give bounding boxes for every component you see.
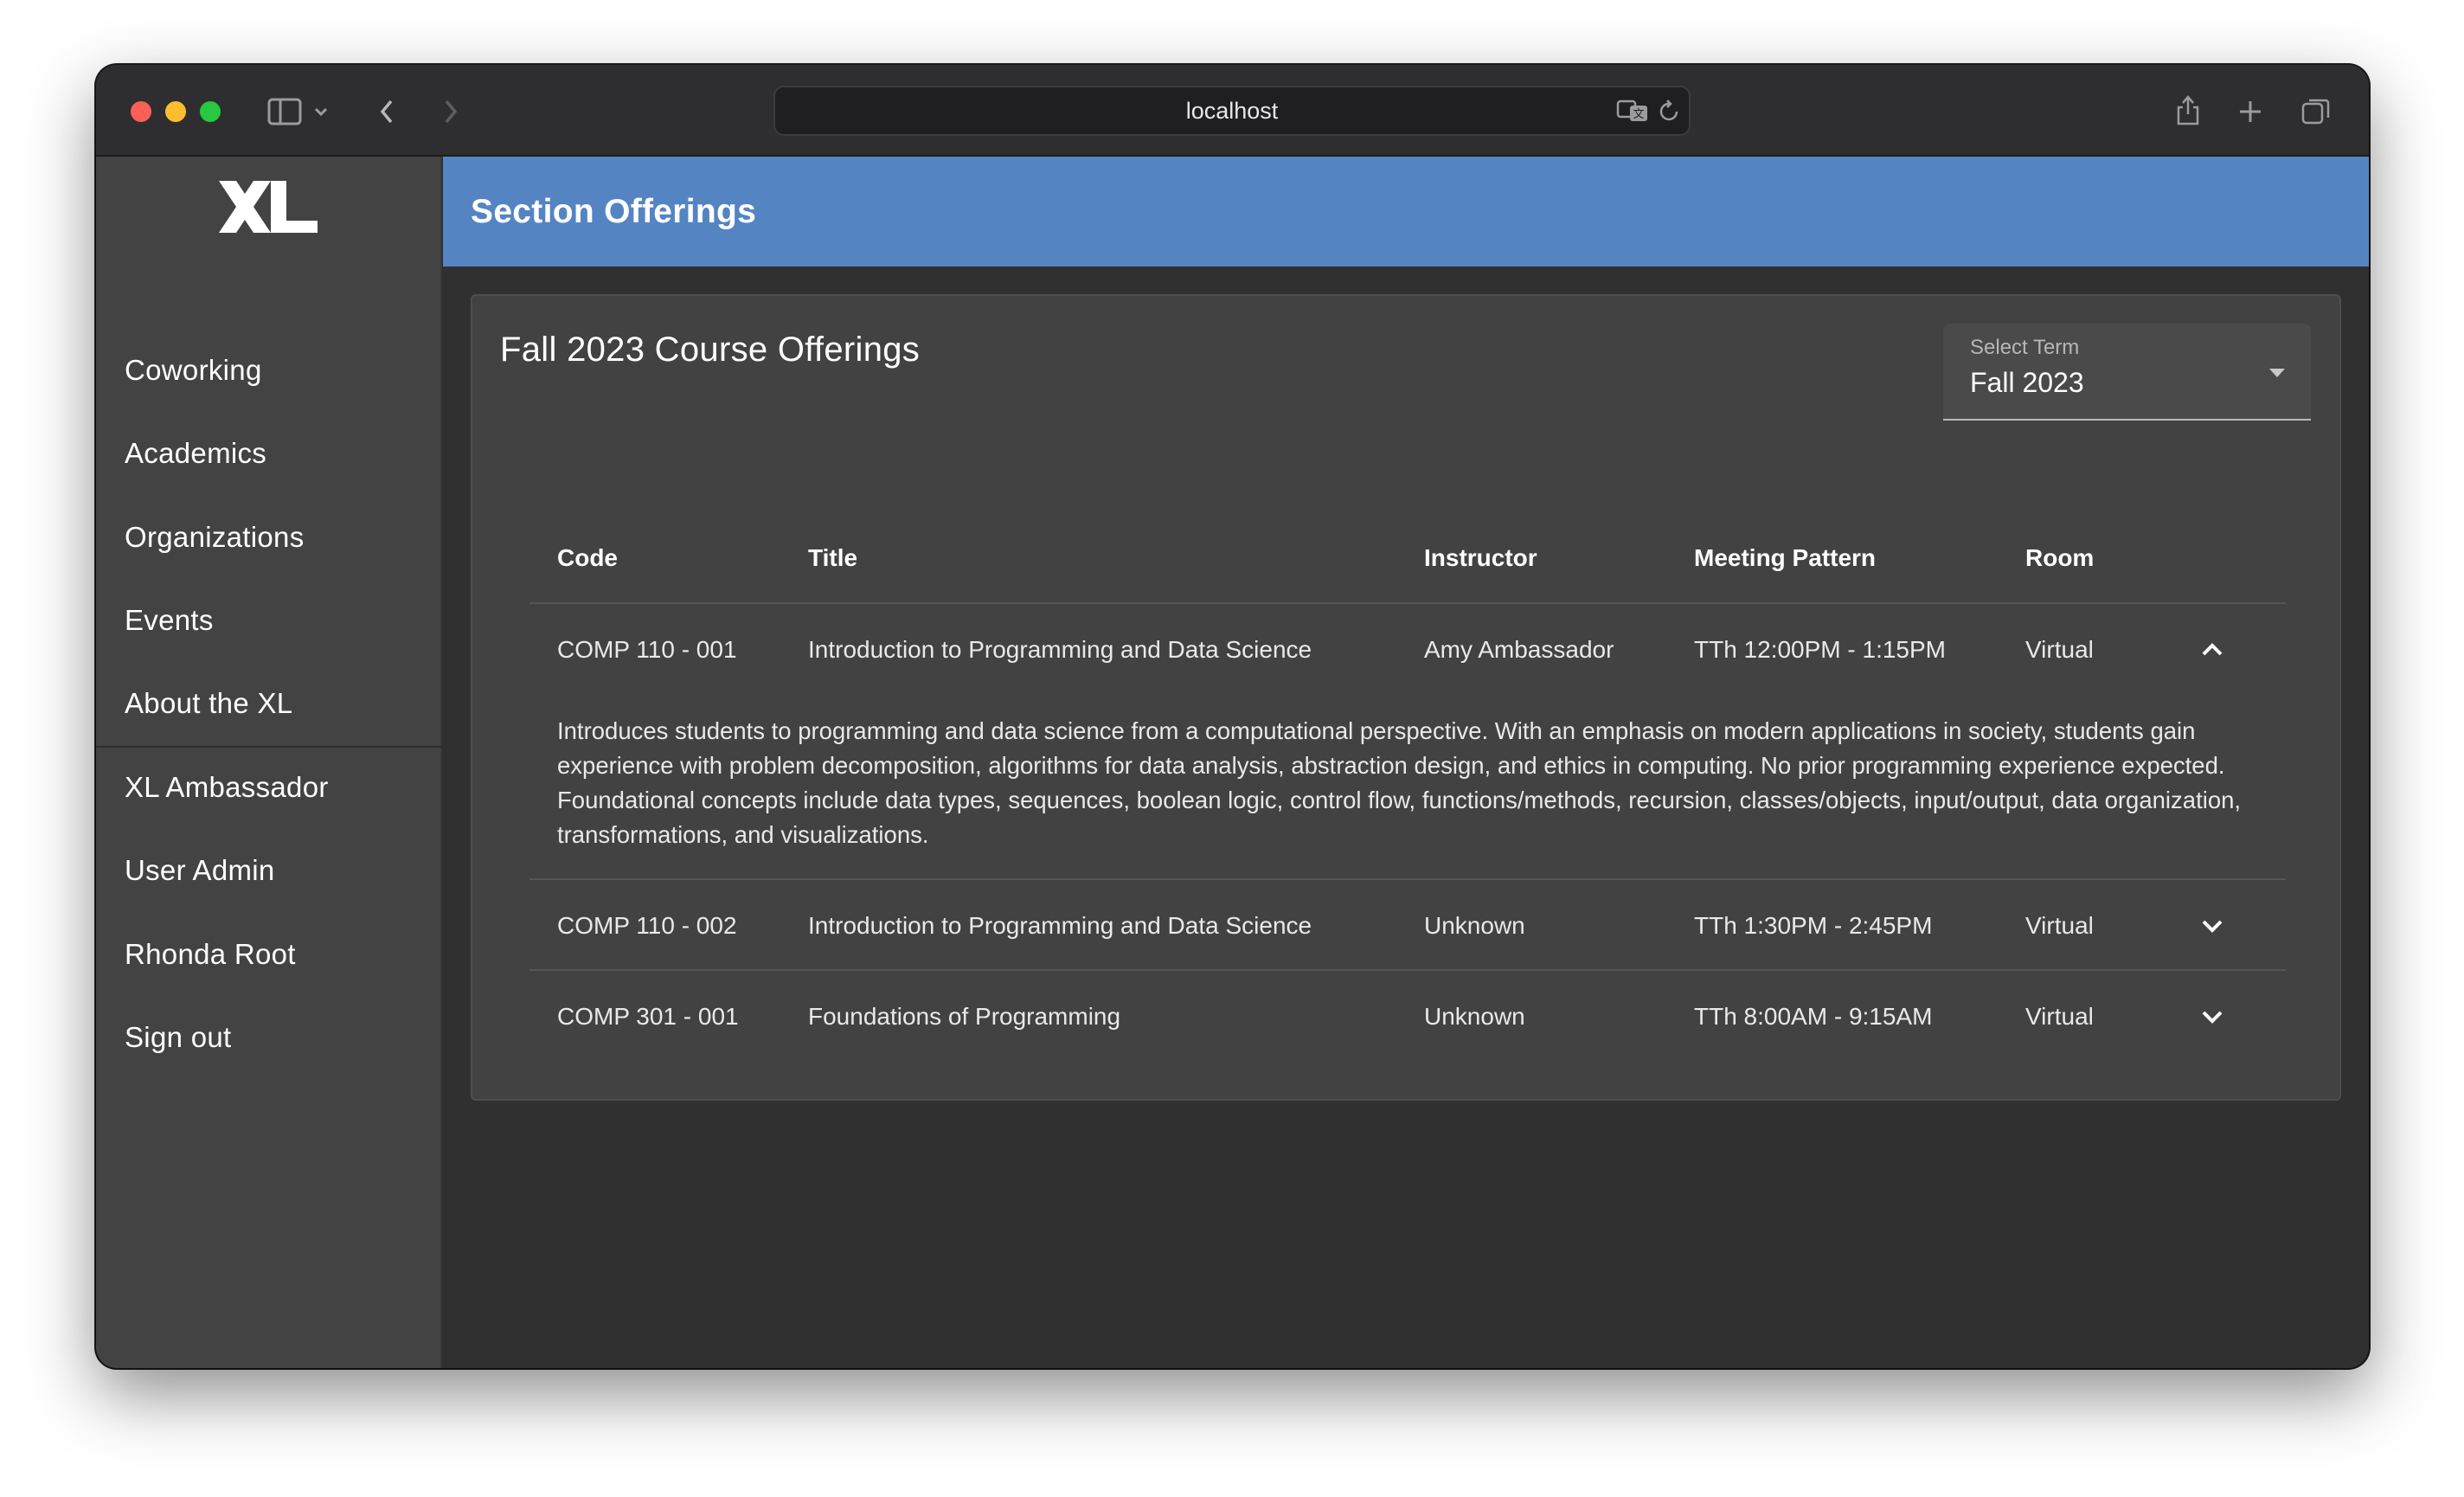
sidebar-item-events[interactable]: Events <box>96 581 442 659</box>
sidebar-item-about-the-xl[interactable]: About the XL <box>96 665 442 742</box>
cell-title: Introduction to Programming and Data Sci… <box>808 912 1312 939</box>
term-select-label: Select Term <box>1970 336 2080 359</box>
xl-logo[interactable] <box>217 179 321 240</box>
table-header: Code Title Instructor Meeting Pattern Ro… <box>529 512 2286 604</box>
term-select-value: Fall 2023 <box>1970 367 2084 398</box>
sidebar-item-xl-ambassador[interactable]: XL Ambassador <box>96 748 442 826</box>
cell-code: COMP 110 - 002 <box>557 912 737 939</box>
cell-instructor: Unknown <box>1424 1003 1525 1030</box>
card-title: Fall 2023 Course Offerings <box>500 331 921 369</box>
sidebar-item-academics[interactable]: Academics <box>96 414 442 492</box>
browser-toolbar: localhost 文 <box>96 65 2369 157</box>
cell-meeting-pattern: TTh 8:00AM - 9:15AM <box>1694 1003 1933 1030</box>
sidebar-divider <box>96 746 442 748</box>
cell-room: Virtual <box>2025 636 2094 663</box>
browser-window: localhost 文 Coworking Academics Organiza… <box>96 65 2369 1368</box>
chevron-down-icon[interactable] <box>2195 909 2230 943</box>
offerings-table: Code Title Instructor Meeting Pattern Ro… <box>529 512 2286 1062</box>
chevron-down-icon[interactable] <box>311 100 331 124</box>
page-title: Section Offerings <box>471 193 757 230</box>
cell-code: COMP 110 - 001 <box>557 636 737 663</box>
reload-icon[interactable] <box>1656 98 1684 124</box>
url-text: localhost <box>1185 98 1279 124</box>
svg-text:文: 文 <box>1633 108 1644 121</box>
course-description-row: Introduces students to programming and d… <box>529 695 2286 880</box>
column-header-meeting-pattern[interactable]: Meeting Pattern <box>1694 512 1876 604</box>
zoom-window-button[interactable] <box>200 101 221 122</box>
cell-room: Virtual <box>2025 912 2094 939</box>
chevron-up-icon[interactable] <box>2195 633 2230 667</box>
app-header: Section Offerings <box>443 157 2369 267</box>
cell-code: COMP 301 - 001 <box>557 1003 739 1030</box>
cell-meeting-pattern: TTh 1:30PM - 2:45PM <box>1694 912 1933 939</box>
table-row[interactable]: COMP 301 - 001 Foundations of Programmin… <box>529 971 2286 1062</box>
caret-down-icon <box>2269 369 2285 377</box>
column-header-instructor[interactable]: Instructor <box>1424 512 1537 604</box>
chevron-right-icon[interactable] <box>435 94 466 129</box>
cell-instructor: Amy Ambassador <box>1424 636 1614 663</box>
table-row[interactable]: COMP 110 - 002 Introduction to Programmi… <box>529 880 2286 971</box>
address-bar[interactable]: localhost 文 <box>773 86 1691 136</box>
chevron-left-icon[interactable] <box>371 94 402 129</box>
sidebar-item-coworking[interactable]: Coworking <box>96 331 442 409</box>
cell-title: Foundations of Programming <box>808 1003 1121 1030</box>
column-header-title[interactable]: Title <box>808 512 857 604</box>
sidebar-item-user-admin[interactable]: User Admin <box>96 832 442 909</box>
cell-title: Introduction to Programming and Data Sci… <box>808 636 1312 663</box>
sidebar-icon[interactable] <box>266 94 304 129</box>
plus-icon[interactable] <box>2235 94 2266 129</box>
term-select[interactable]: Select Term Fall 2023 <box>1943 324 2311 421</box>
column-header-room[interactable]: Room <box>2025 512 2094 604</box>
sidebar-item-sign-out[interactable]: Sign out <box>96 999 442 1076</box>
course-offerings-card: Fall 2023 Course Offerings Select Term F… <box>471 294 2341 1101</box>
column-header-code[interactable]: Code <box>557 512 618 604</box>
cell-instructor: Unknown <box>1424 912 1525 939</box>
cell-room: Virtual <box>2025 1003 2094 1030</box>
close-window-button[interactable] <box>131 101 151 122</box>
course-description: Introduces students to programming and d… <box>557 717 2242 848</box>
sidebar: Coworking Academics Organizations Events… <box>96 157 442 1368</box>
tabs-overview-icon[interactable] <box>2299 94 2333 129</box>
cell-meeting-pattern: TTh 12:00PM - 1:15PM <box>1694 636 1947 663</box>
sidebar-item-organizations[interactable]: Organizations <box>96 498 442 576</box>
chevron-down-icon[interactable] <box>2195 999 2230 1034</box>
main-content: Section Offerings Fall 2023 Course Offer… <box>443 157 2369 1368</box>
minimize-window-button[interactable] <box>165 101 186 122</box>
sidebar-item-profile[interactable]: Rhonda Root <box>96 916 442 993</box>
table-row[interactable]: COMP 110 - 001 Introduction to Programmi… <box>529 604 2286 695</box>
share-icon[interactable] <box>2171 89 2205 131</box>
translate-icon[interactable]: 文 <box>1614 98 1652 124</box>
